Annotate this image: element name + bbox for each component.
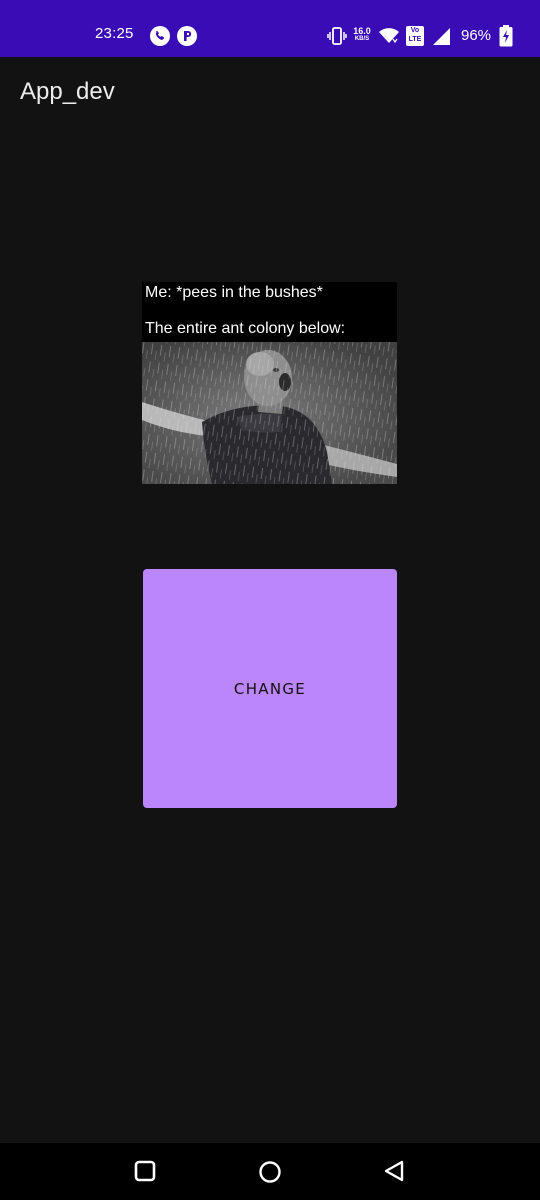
network-speed-value: 16.0 [353,26,371,36]
home-icon[interactable] [258,1160,282,1184]
meme-caption-line-1: Me: *pees in the bushes* [145,284,323,301]
change-button[interactable]: CHANGE [143,569,397,808]
network-speed: 16.0 KB/S [351,27,373,43]
status-time: 23:25 [95,25,134,42]
recents-icon[interactable] [134,1160,156,1182]
volte-top-label: Vo [410,27,420,34]
app-title: App_dev [20,78,115,105]
meme-caption-line-2: The entire ant colony below: [145,320,346,337]
volte-bottom-label: LTE [408,36,422,43]
network-speed-unit: KB/S [354,36,370,42]
vibrate-icon [327,27,347,45]
signal-icon [433,28,450,45]
back-icon[interactable] [382,1159,406,1183]
battery-percent: 96% [461,27,492,44]
volte-icon: Vo LTE [406,26,424,46]
app-screen: 23:25 16.0 KB/S Vo LTE 96% App_dev Me: *… [0,0,540,1200]
navigation-bar [0,1143,540,1200]
status-bar: 23:25 16.0 KB/S Vo LTE 96% [0,0,540,57]
app-notification-icon [177,26,197,46]
battery-charging-icon [499,25,513,47]
meme-image: Me: *pees in the bushes* The entire ant … [142,282,397,484]
man-in-rain-photo [142,342,397,484]
wifi-icon [379,28,399,44]
phone-call-icon [150,26,170,46]
